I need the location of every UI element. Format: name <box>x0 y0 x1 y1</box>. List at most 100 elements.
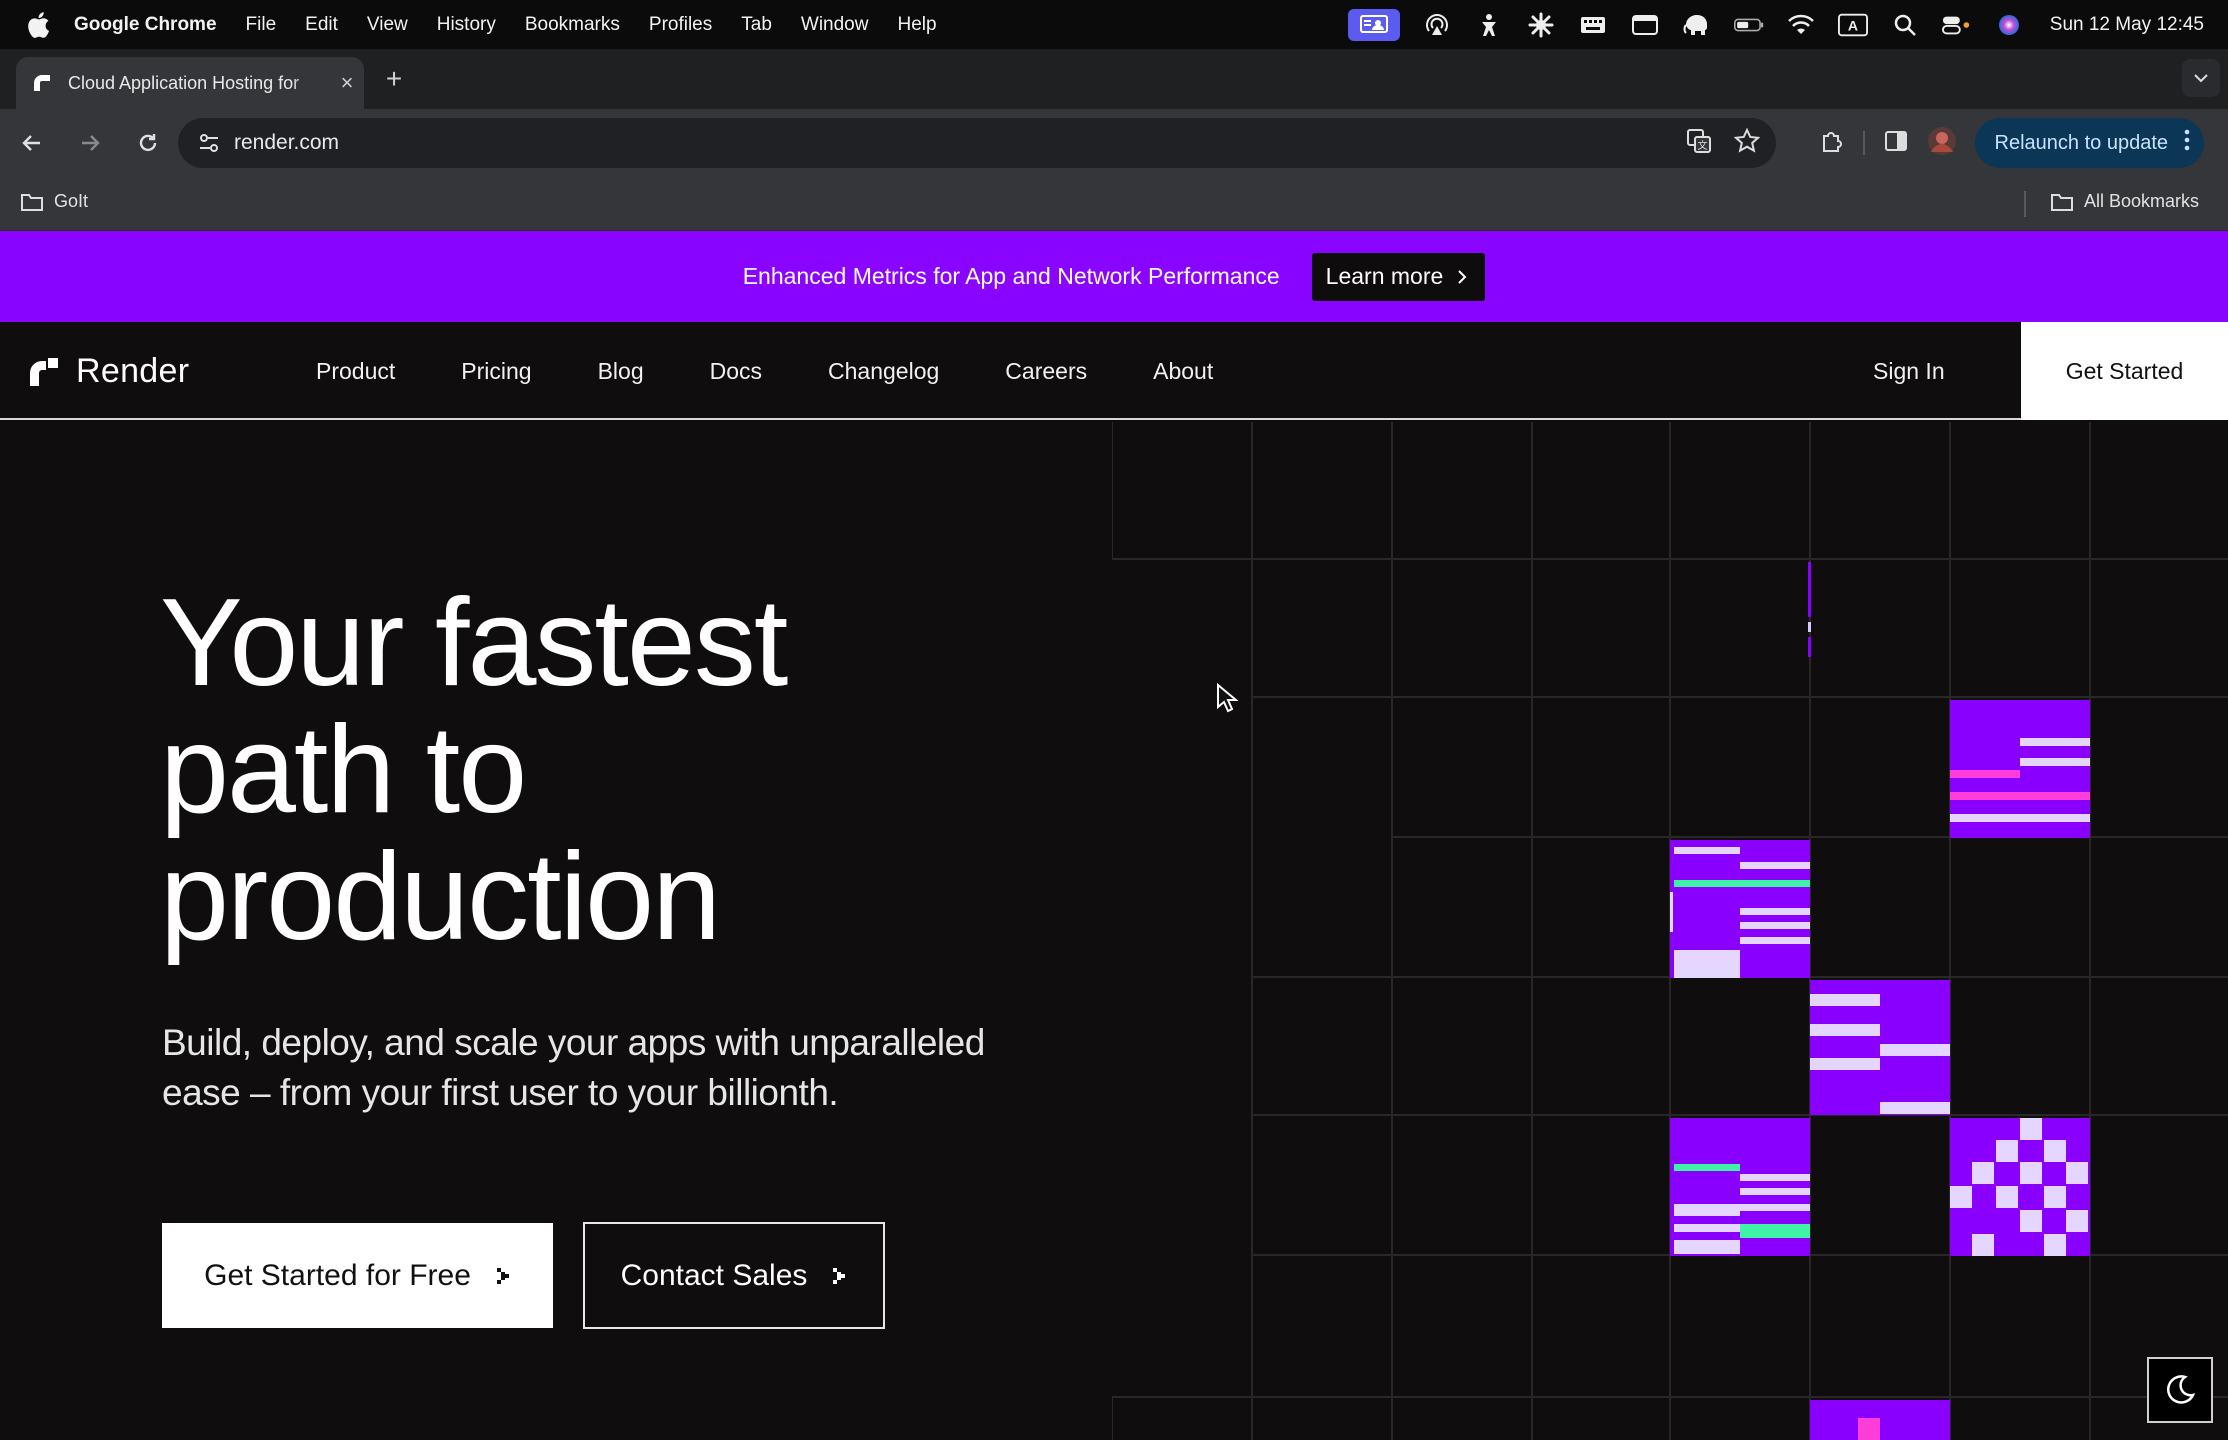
promo-banner: Enhanced Metrics for App and Network Per… <box>0 231 2228 322</box>
browser-tab-strip: Cloud Application Hosting for × + <box>0 49 2228 109</box>
bookmark-star-icon[interactable] <box>1733 127 1761 159</box>
translate-icon[interactable]: 文 <box>1686 128 1712 159</box>
control-center-icon[interactable] <box>1941 13 1972 37</box>
svg-text:文: 文 <box>1698 139 1708 152</box>
moon-icon <box>2167 1375 2196 1404</box>
grid-tile <box>1670 1118 1810 1256</box>
profile-avatar[interactable] <box>1927 126 1957 161</box>
folder-icon <box>21 193 43 211</box>
input-source-label: A <box>1848 17 1858 33</box>
nav-link-blog[interactable]: Blog <box>598 358 644 385</box>
address-bar[interactable]: render.com 文 <box>178 118 1776 168</box>
menu-help[interactable]: Help <box>897 14 936 36</box>
menu-app-name[interactable]: Google Chrome <box>74 14 217 36</box>
learn-more-button[interactable]: Learn more <box>1311 252 1486 301</box>
forward-arrow-icon[interactable] <box>64 117 116 169</box>
learn-more-label: Learn more <box>1325 263 1444 289</box>
grid-tile <box>1950 700 2090 838</box>
elephant-icon[interactable] <box>1682 13 1712 37</box>
bookmark-folder-label: GoIt <box>54 191 89 211</box>
menubar-clock[interactable]: Sun 12 May 12:45 <box>2050 14 2204 36</box>
url-text[interactable]: render.com <box>234 131 339 155</box>
back-arrow-icon[interactable] <box>6 117 58 169</box>
hero-title: Your fastest path to production <box>160 580 1060 961</box>
window-icon[interactable] <box>1630 13 1660 37</box>
menu-window[interactable]: Window <box>801 14 869 36</box>
chevron-right-icon <box>1458 269 1467 284</box>
menu-edit[interactable]: Edit <box>305 14 338 36</box>
menu-history[interactable]: History <box>437 14 496 36</box>
folder-icon <box>2051 193 2073 211</box>
theme-toggle-button[interactable] <box>2147 1357 2213 1423</box>
site-header: Render Product Pricing Blog Docs Changel… <box>0 322 2228 420</box>
nav-link-pricing[interactable]: Pricing <box>461 358 531 385</box>
pixel-arrow-icon <box>496 1267 509 1284</box>
hero-title-line: Your fastest <box>160 574 788 712</box>
primary-cta-label: Get Started for Free <box>204 1258 471 1292</box>
nav-link-careers[interactable]: Careers <box>1005 358 1087 385</box>
apple-logo-icon[interactable] <box>22 9 54 41</box>
relaunch-label: Relaunch to update <box>1994 131 2168 154</box>
gear-asterisk-icon[interactable] <box>1526 12 1556 37</box>
bookmarks-divider <box>2024 191 2026 217</box>
browser-tab-render[interactable]: Cloud Application Hosting for × <box>16 57 364 109</box>
user-figure-icon[interactable] <box>1474 13 1504 37</box>
menu-file[interactable]: File <box>246 14 277 36</box>
secondary-cta-label: Contact Sales <box>620 1258 808 1292</box>
menu-profiles[interactable]: Profiles <box>649 14 712 36</box>
hero-subtitle-line: ease – from your first user to your bill… <box>162 1072 839 1113</box>
menu-bookmarks[interactable]: Bookmarks <box>525 14 620 36</box>
grid-tile <box>1810 980 1950 1115</box>
toolbar-divider <box>1862 131 1865 155</box>
bookmark-folder-goit[interactable]: GoIt <box>20 191 88 212</box>
nav-link-changelog[interactable]: Changelog <box>828 358 939 385</box>
menu-tab[interactable]: Tab <box>741 14 772 36</box>
os-menu-bar: Google Chrome File Edit View History Boo… <box>0 0 2228 49</box>
keyboard-icon[interactable] <box>1578 13 1608 37</box>
hero-subtitle: Build, deploy, and scale your apps with … <box>162 1018 1062 1118</box>
grid-tile <box>1670 840 1810 978</box>
screen-share-icon[interactable] <box>1347 8 1400 41</box>
hero-grid-graphic <box>1112 422 2228 1440</box>
grid-tile <box>1950 1118 2090 1256</box>
hero-subtitle-line: Build, deploy, and scale your apps with … <box>162 1022 985 1063</box>
render-favicon-icon <box>30 71 54 95</box>
menu-view[interactable]: View <box>367 14 408 36</box>
get-started-button[interactable]: Get Started <box>2021 322 2228 420</box>
brand-name: Render <box>76 352 190 390</box>
render-logo[interactable]: Render <box>28 352 189 391</box>
menubar-status-area: A Sun 12 May 12:45 <box>1347 0 2204 49</box>
hero-title-line: production <box>160 828 721 966</box>
render-logo-icon <box>30 357 58 386</box>
new-tab-icon[interactable]: + <box>378 63 410 95</box>
browser-toolbar: render.com 文 Relaunch to update <box>0 109 2228 177</box>
site-info-tune-icon[interactable] <box>188 122 230 164</box>
close-tab-icon[interactable]: × <box>330 70 364 96</box>
reload-icon[interactable] <box>122 117 174 169</box>
primary-nav: Product Pricing Blog Docs Changelog Care… <box>316 322 1213 420</box>
wifi-icon[interactable] <box>1786 13 1816 37</box>
extensions-puzzle-icon[interactable] <box>1819 128 1845 159</box>
tab-search-chevron-icon[interactable] <box>2182 59 2220 97</box>
tab-title: Cloud Application Hosting for <box>68 72 300 93</box>
promo-banner-text: Enhanced Metrics for App and Network Per… <box>742 263 1280 289</box>
nav-link-docs[interactable]: Docs <box>710 358 762 385</box>
mouse-cursor-icon <box>1217 683 1238 713</box>
relaunch-to-update-button[interactable]: Relaunch to update <box>1974 118 2204 168</box>
siri-icon[interactable] <box>1994 13 2024 37</box>
get-started-for-free-button[interactable]: Get Started for Free <box>162 1223 553 1328</box>
airplay-icon[interactable] <box>1422 13 1452 37</box>
input-source-icon[interactable]: A <box>1837 13 1868 37</box>
spotlight-search-icon[interactable] <box>1890 13 1920 37</box>
pixel-arrow-icon <box>833 1267 846 1284</box>
sign-in-link[interactable]: Sign In <box>1873 322 1945 420</box>
side-panel-icon[interactable] <box>1883 128 1909 159</box>
contact-sales-button[interactable]: Contact Sales <box>583 1222 885 1329</box>
nav-link-about[interactable]: About <box>1153 358 1213 385</box>
more-vertical-icon[interactable] <box>2184 129 2190 157</box>
bookmarks-bar: GoIt All Bookmarks <box>0 177 2228 231</box>
hero-title-line: path to <box>160 701 527 839</box>
battery-icon[interactable] <box>1733 13 1764 37</box>
nav-link-product[interactable]: Product <box>316 358 395 385</box>
all-bookmarks-button[interactable]: All Bookmarks <box>2050 191 2199 212</box>
